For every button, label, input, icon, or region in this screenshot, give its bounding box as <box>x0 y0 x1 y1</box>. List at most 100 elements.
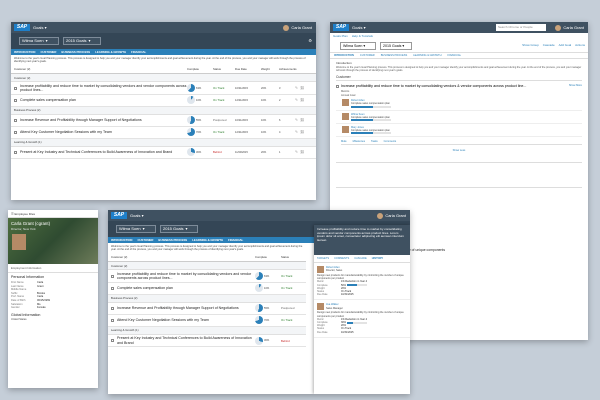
entry-field: Due Date 10/31/2015 <box>317 331 407 334</box>
actions-button[interactable]: Actions <box>575 43 585 47</box>
tab-business-process[interactable]: BUSINESS PROCESS <box>381 54 408 57</box>
table-row[interactable]: Attend Key Customer Negotiation Sessions… <box>11 127 316 139</box>
table-row[interactable]: Increase profitability and reduce time t… <box>108 270 306 283</box>
plan-select[interactable]: 2015 Goals ▾ <box>63 37 101 45</box>
achievements-count: 3 <box>279 86 281 90</box>
table-row[interactable]: Complete sales compensation plan 10% On Tr… <box>11 95 316 107</box>
tab-introduction[interactable]: INTRODUCTION <box>14 50 35 54</box>
list-item[interactable]: Robert Allen Complete sales compensation … <box>336 97 582 111</box>
person-goal: Complete sales compensation plan <box>351 129 390 133</box>
tab-introduction[interactable]: INTRODUCTION <box>111 238 132 242</box>
row-checkbox[interactable] <box>111 286 114 290</box>
search-input[interactable]: Search Chrome or People <box>496 24 546 31</box>
app-menu[interactable]: Goals ▾ <box>33 24 47 31</box>
tab-milestones[interactable]: Milestones <box>353 140 365 143</box>
link-icon[interactable]: ⛓ <box>300 98 307 102</box>
table-row[interactable]: Increase Revenue and Profitability throu… <box>108 303 306 315</box>
col-due: Due Date <box>235 67 247 72</box>
row-checkbox[interactable] <box>111 339 114 343</box>
link-icon[interactable]: ⛓ <box>300 130 307 134</box>
tab-tasks[interactable]: Tasks <box>371 140 378 143</box>
person-select[interactable]: Wilma Soen ▾ <box>340 42 376 50</box>
link-icon[interactable]: ⛓ <box>300 86 307 90</box>
app-menu[interactable]: Goals ▾ <box>352 24 366 31</box>
chevron-down-icon: ▾ <box>88 38 91 43</box>
row-checkbox[interactable] <box>111 274 114 278</box>
goal-title[interactable]: Present at Key Industry and Technical Co… <box>117 336 255 344</box>
avatar <box>377 212 384 219</box>
row-checkbox[interactable] <box>14 130 17 134</box>
avatar <box>317 266 324 273</box>
tab-introduction[interactable]: INTRODUCTION <box>334 54 354 57</box>
table-row[interactable]: Increase profitability and reduce time t… <box>11 82 316 95</box>
panel-entries: Robert Allen Director, Sales Design new pr… <box>314 263 410 338</box>
goal-list-area: Welcome to the year's Goal Planning proc… <box>108 243 306 348</box>
settings-icon[interactable]: ⚙ <box>308 38 312 43</box>
tab-learning-growth[interactable]: LEARNING & GROWTH <box>192 238 223 242</box>
person-select[interactable]: Wilma Soen ▾ <box>116 225 156 233</box>
cascade-button[interactable]: Cascade <box>543 43 555 47</box>
table-row[interactable]: Present at Key Industry and Technical Co… <box>108 335 306 348</box>
goal-title[interactable]: Increase Revenue and Profitability throu… <box>20 118 187 122</box>
row-checkbox[interactable] <box>14 150 17 154</box>
tab-business-process[interactable]: BUSINESS PROCESS <box>158 238 187 242</box>
tab-customer[interactable]: CUSTOMER <box>40 50 56 54</box>
tab-comments[interactable]: COMMENTS <box>334 257 349 260</box>
show-less-link[interactable]: Show Less <box>336 149 582 152</box>
avatar <box>342 99 349 107</box>
tab-financial[interactable]: FINANCIAL <box>447 54 461 57</box>
profile-subheader[interactable]: Employment Information <box>8 264 98 273</box>
row-checkbox[interactable] <box>111 306 114 310</box>
table-row[interactable]: Attend Key Customer Negotiation Sessions… <box>108 315 306 327</box>
app-menu[interactable]: Goals ▾ <box>130 212 144 219</box>
person-select[interactable]: Wilma Soen ▾ <box>19 37 59 45</box>
row-checkbox[interactable] <box>14 98 17 102</box>
show-more-link[interactable]: Show More <box>569 84 582 87</box>
show-group-button[interactable]: Show Group <box>522 43 539 47</box>
tab-customer[interactable]: CUSTOMER <box>360 54 375 57</box>
goal-checkbox[interactable] <box>336 85 339 88</box>
tab-business-process[interactable]: BUSINESS PROCESS <box>61 50 90 54</box>
tab-learning-growth[interactable]: LEARNING & GROWTH <box>413 54 441 57</box>
add-goal-button[interactable]: Add Goal <box>559 43 572 47</box>
tab-customer[interactable]: CUSTOMER <box>137 238 153 242</box>
user-menu[interactable]: Carla Grant <box>283 24 312 31</box>
row-checkbox[interactable] <box>14 86 17 90</box>
tab-comments[interactable]: Comments <box>384 140 397 143</box>
goal-title[interactable]: Complete sales compensation plan <box>117 286 255 290</box>
tab-financial[interactable]: FINANCIAL <box>131 50 146 54</box>
goal-title[interactable]: Attend Key Customer Negotiation Sessions… <box>20 130 187 134</box>
tab-learning-growth[interactable]: LEARNING & GROWTH <box>95 50 126 54</box>
due-date: 12/31/2015 <box>235 130 248 134</box>
user-menu[interactable]: Carla Grant <box>377 212 406 219</box>
plan-select[interactable]: 2015 Goals ▾ <box>380 42 412 50</box>
complete-cell: 10% <box>255 284 281 293</box>
row-actions: ✎⛓ <box>295 86 313 90</box>
table-row[interactable]: Complete sales compensation plan 10% On Tr… <box>108 283 306 295</box>
link-icon[interactable]: ⛓ <box>300 118 307 122</box>
goal-title[interactable]: Attend Key Customer Negotiation Sessions… <box>117 318 255 322</box>
tab-mule[interactable]: Mule <box>341 140 347 143</box>
crumb-help[interactable]: Help & Tutorials <box>352 34 373 38</box>
table-row[interactable]: Present at Key Industry and Technical Co… <box>11 147 316 159</box>
goal-title[interactable]: Increase profitability and reduce time t… <box>117 272 255 280</box>
row-actions: ✎⛓ <box>295 118 313 122</box>
goal-item[interactable]: Increase profitability and reduce time t… <box>336 84 582 88</box>
link-icon[interactable]: ⛓ <box>300 150 307 154</box>
tab-cascade[interactable]: CASCADE <box>354 257 367 260</box>
plan-select[interactable]: 2015 Goals ▾ <box>160 225 198 233</box>
table-row[interactable]: Increase Revenue and Profitability throu… <box>11 115 316 127</box>
row-checkbox[interactable] <box>14 118 17 122</box>
goal-title[interactable]: Increase profitability and reduce time t… <box>20 84 187 92</box>
goal-title[interactable]: Complete sales compensation plan <box>20 98 187 102</box>
goal-title[interactable]: Increase Revenue and Profitability throu… <box>117 306 255 310</box>
tab-targets[interactable]: TARGETS <box>317 257 329 260</box>
goal-title[interactable]: Present at Key Industry and Technical Co… <box>20 150 187 154</box>
tab-history[interactable]: HISTORY <box>372 257 383 260</box>
list-item[interactable]: Wilma Soen Complete sales compensation pl… <box>336 111 582 125</box>
crumb-goals-plan[interactable]: Goals Plan <box>333 34 348 38</box>
row-checkbox[interactable] <box>111 318 114 322</box>
user-menu[interactable]: Carla Grant <box>555 24 584 31</box>
list-item[interactable]: Mary Jones Complete sales compensation pl… <box>336 124 582 138</box>
tab-financial[interactable]: FINANCIAL <box>228 238 243 242</box>
